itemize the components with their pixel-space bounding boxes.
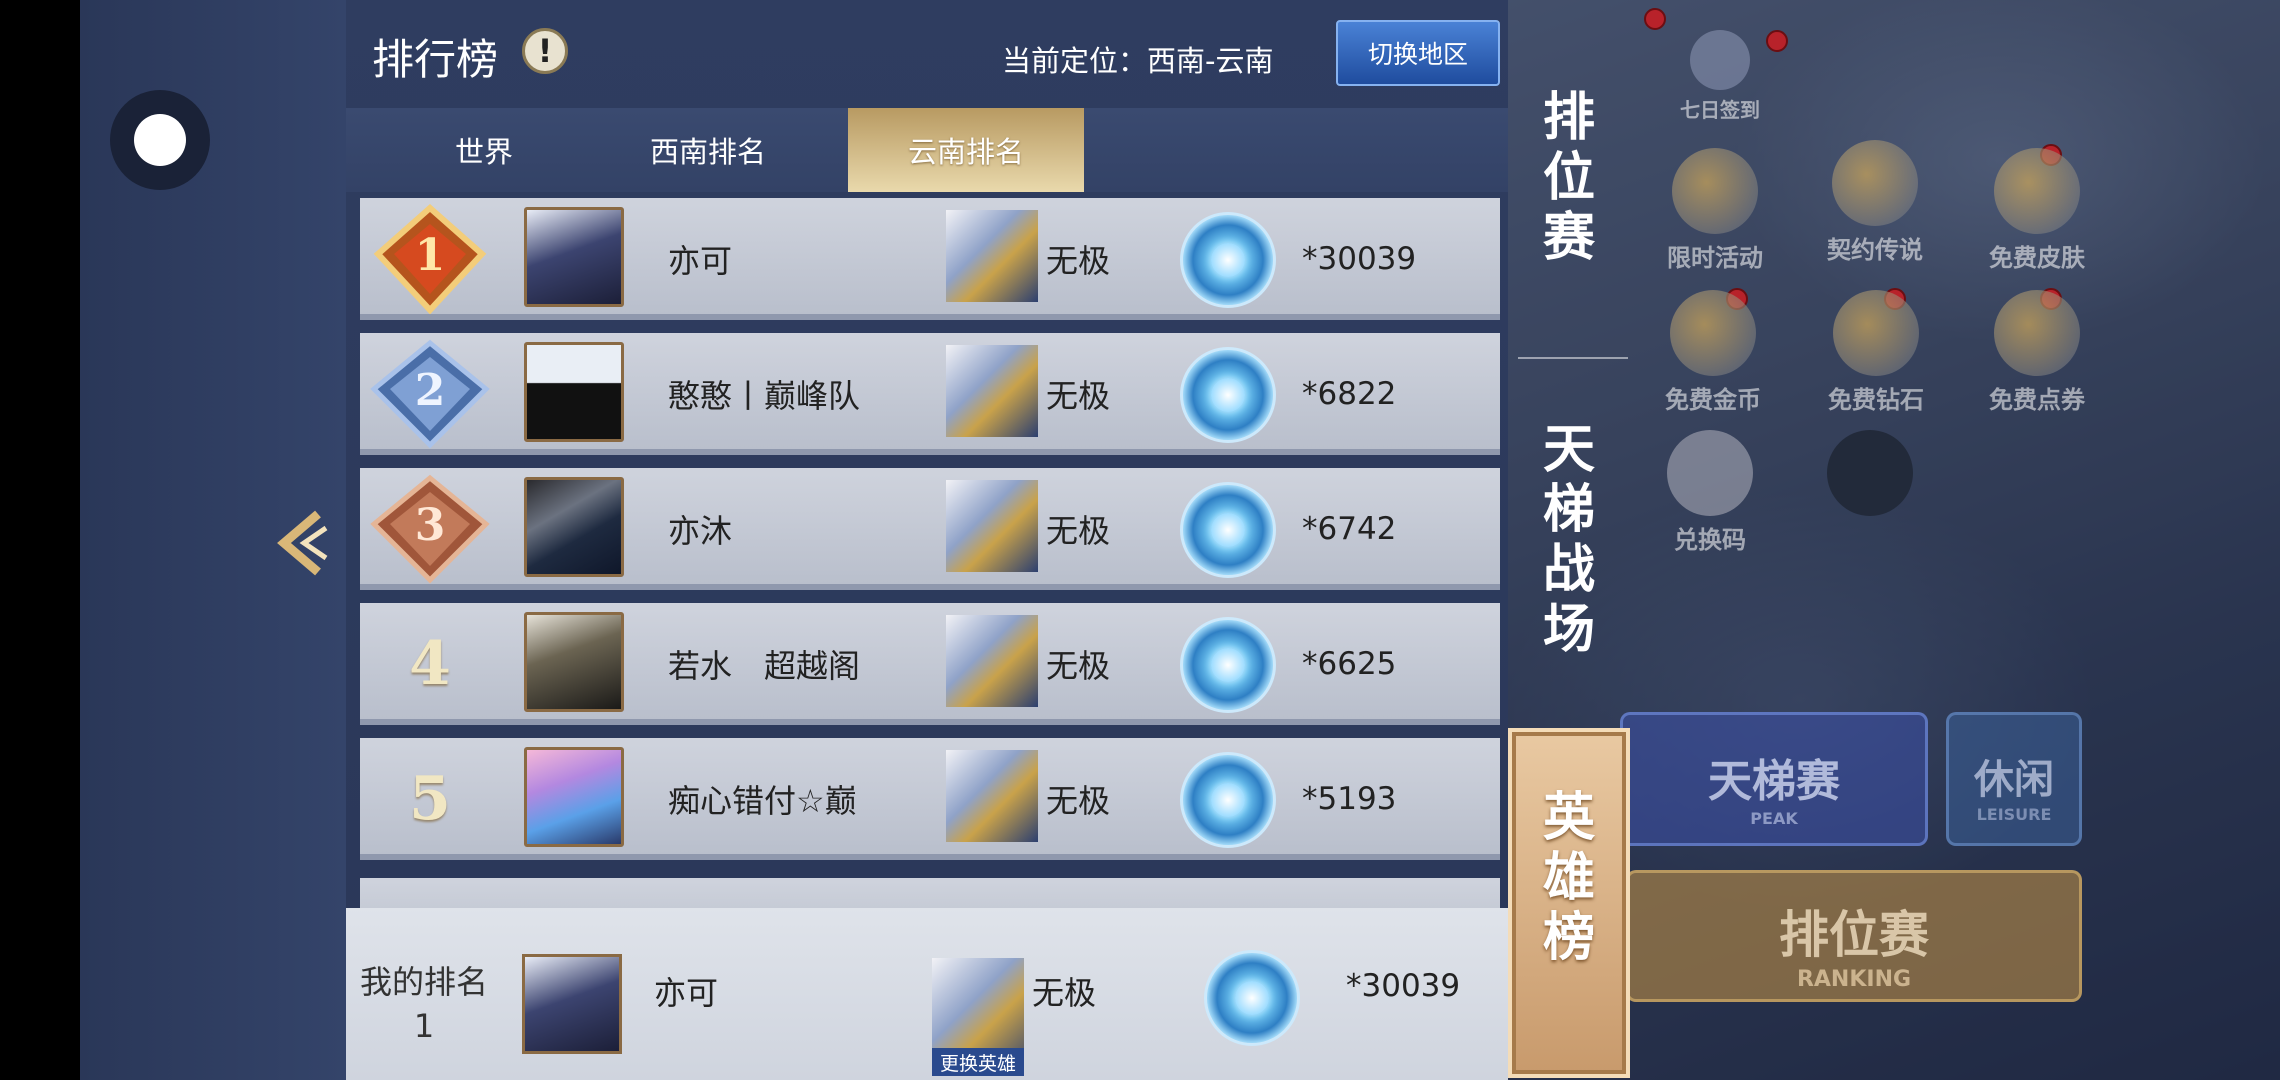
rank-number: 5 <box>409 764 451 834</box>
gold-rank-badge-icon: 1 <box>373 204 487 314</box>
hero-name: 无极 <box>1032 974 1097 1012</box>
hero-name: 无极 <box>1046 242 1111 280</box>
region-tabs: 世界 西南排名 云南排名 <box>346 108 1508 192</box>
rank-gem-icon <box>1180 482 1276 578</box>
player-name: 亦可 <box>668 242 733 280</box>
my-rank-bar: 我的排名 1 亦可 更换英雄 无极 *30039 <box>346 908 1508 1080</box>
hero-portrait <box>946 345 1038 437</box>
hero-portrait <box>946 615 1038 707</box>
avatar <box>524 207 624 307</box>
tab-ladder-battle[interactable]: 天梯战场 <box>1508 420 1630 660</box>
back-arrow-icon[interactable] <box>272 508 332 578</box>
silver-rank-badge-icon: 2 <box>370 339 490 449</box>
switch-region-button[interactable]: 切换地区 <box>1336 20 1500 86</box>
hero-name: 无极 <box>1046 377 1111 415</box>
page-title: 排行榜 <box>372 35 499 84</box>
avatar <box>524 612 624 712</box>
hero-name: 无极 <box>1046 782 1111 820</box>
hero-name: 无极 <box>1046 512 1111 550</box>
info-icon[interactable]: ! <box>522 28 568 74</box>
table-row-partial <box>360 878 1500 908</box>
avatar <box>524 342 624 442</box>
leaderboard-panel: 排行榜 ! 当前定位：西南-云南 切换地区 世界 西南排名 云南排名 1 亦可 … <box>346 0 1508 1080</box>
avatar <box>524 747 624 847</box>
rank-number: 4 <box>409 629 451 699</box>
bg-event-contract: 契约传说 <box>1800 140 1950 265</box>
hero-portrait: 更换英雄 <box>932 958 1024 1076</box>
table-row[interactable]: 2 憨憨丨巅峰队 无极 *6822 <box>360 333 1500 455</box>
floating-record-button[interactable] <box>110 90 210 190</box>
player-name: 痴心错付☆巅 <box>668 782 857 820</box>
panel-header: 排行榜 ! 当前定位：西南-云南 切换地区 <box>346 0 1508 108</box>
bg-leisure-button: 休闲 LEISURE <box>1946 712 2082 846</box>
table-row[interactable]: 5 痴心错付☆巅 无极 *5193 <box>360 738 1500 860</box>
player-name: 亦沐 <box>668 512 733 550</box>
bg-event-free-coupons: 免费点券 <box>1962 290 2112 415</box>
table-row[interactable]: 4 若水 超越阁 无极 *6625 <box>360 603 1500 725</box>
table-row[interactable]: 1 亦可 无极 *30039 <box>360 198 1500 320</box>
change-hero-button[interactable]: 更换英雄 <box>932 1048 1024 1076</box>
tab-southwest[interactable]: 西南排名 <box>622 108 794 192</box>
hero-name: 无极 <box>1046 647 1111 685</box>
leaderboard-category-tabs: 排位赛 天梯战场 英雄榜 <box>1508 0 1630 1080</box>
bg-sound-button <box>1820 430 1920 520</box>
rank-gem-icon <box>1180 347 1276 443</box>
score: *5193 <box>1302 781 1397 817</box>
screen-edge <box>0 0 80 1080</box>
player-name: 若水 超越阁 <box>668 647 861 685</box>
record-dot-icon <box>134 114 186 166</box>
bg-event-redeem: 兑换码 <box>1650 430 1770 555</box>
bg-event-free-diamonds: 免费钻石 <box>1806 290 1946 415</box>
hero-portrait <box>946 750 1038 842</box>
score: *6822 <box>1302 376 1397 412</box>
rank-number: 3 <box>415 500 446 551</box>
rank-number: 1 <box>415 230 446 281</box>
tab-yunnan[interactable]: 云南排名 <box>848 108 1084 192</box>
bg-event-limited: 限时活动 <box>1650 148 1780 273</box>
rank-gem-icon <box>1204 950 1300 1046</box>
avatar <box>524 477 624 577</box>
rank-gem-icon <box>1180 752 1276 848</box>
tab-hero-ranking[interactable]: 英雄榜 <box>1508 728 1630 1078</box>
my-rank-number: 1 <box>413 1007 435 1045</box>
bg-ranking-button: 排位赛 RANKING <box>1626 870 2082 1002</box>
my-rank-label: 我的排名 1 <box>354 960 494 1048</box>
bg-event-free-skin: 免费皮肤 <box>1962 148 2112 273</box>
rank-gem-icon <box>1180 617 1276 713</box>
rank-gem-icon <box>1180 212 1276 308</box>
hero-portrait <box>946 480 1038 572</box>
avatar <box>522 954 622 1054</box>
player-name: 亦可 <box>654 974 719 1012</box>
rank-number: 2 <box>415 365 446 416</box>
tab-ranked-match[interactable]: 排位赛 <box>1508 88 1630 268</box>
bronze-rank-badge-icon: 3 <box>370 474 490 584</box>
score: *6742 <box>1302 511 1397 547</box>
current-location: 当前定位：西南-云南 <box>1002 44 1274 78</box>
bg-ladder-button: 天梯赛 PEAK <box>1620 712 1928 846</box>
tab-world[interactable]: 世界 <box>346 108 622 192</box>
bg-top-icon: 七日签到 <box>1660 30 1780 123</box>
score: *30039 <box>1302 241 1417 277</box>
hero-portrait <box>946 210 1038 302</box>
tab-divider <box>1518 357 1628 359</box>
score: *30039 <box>1346 968 1461 1004</box>
bg-event-free-coins: 免费金币 <box>1648 290 1778 415</box>
player-name: 憨憨丨巅峰队 <box>668 377 861 415</box>
score: *6625 <box>1302 646 1397 682</box>
table-row[interactable]: 3 亦沐 无极 *6742 <box>360 468 1500 590</box>
